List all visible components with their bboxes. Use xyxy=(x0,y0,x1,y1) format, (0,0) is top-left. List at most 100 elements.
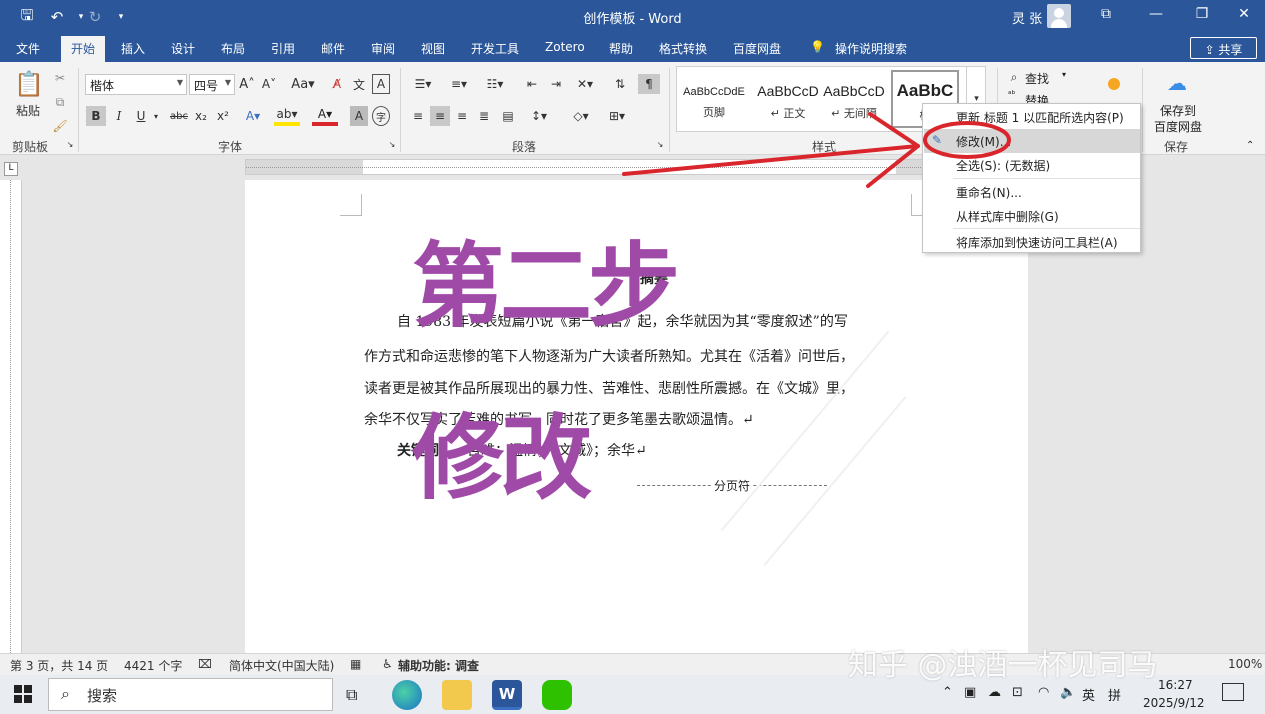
cloud-icon[interactable]: ☁ xyxy=(988,685,1001,700)
align-right-icon[interactable]: ≡ xyxy=(452,106,472,126)
file-explorer-icon[interactable] xyxy=(442,680,472,710)
tell-me-search[interactable]: 操作说明搜索 xyxy=(835,40,907,57)
tab-help[interactable]: 帮助 xyxy=(609,40,633,57)
bold-icon[interactable]: B xyxy=(86,106,106,126)
ribbon-display-icon[interactable]: ⧉ xyxy=(1092,6,1120,22)
multilevel-list-icon[interactable]: ☷▾ xyxy=(480,74,510,94)
save-baidu-label-1[interactable]: 保存到 xyxy=(1160,102,1196,119)
superscript-icon[interactable]: x² xyxy=(214,106,232,126)
security-icon[interactable]: ⊡ xyxy=(1012,685,1023,700)
proofing-icon[interactable]: ⌧ xyxy=(198,657,212,671)
edge-icon[interactable] xyxy=(392,680,422,710)
clock-date[interactable]: 2025/9/12 xyxy=(1143,696,1205,710)
decrease-indent-icon[interactable]: ⇤ xyxy=(522,74,542,94)
chinese-layout-icon[interactable]: ✕▾ xyxy=(572,74,598,94)
font-name-select[interactable]: 楷体 ▼ xyxy=(85,74,187,95)
tab-developer[interactable]: 开发工具 xyxy=(471,40,519,57)
align-left-icon[interactable]: ≡ xyxy=(408,106,428,126)
copy-icon[interactable]: ⧉ xyxy=(50,92,70,112)
tray-expand-icon[interactable]: ⌃ xyxy=(942,685,953,700)
increase-indent-icon[interactable]: ⇥ xyxy=(546,74,566,94)
format-painter-icon[interactable]: 🖌 xyxy=(50,116,70,136)
tab-review[interactable]: 审阅 xyxy=(371,40,395,57)
find-button[interactable]: 查找 xyxy=(1025,70,1049,87)
vertical-ruler[interactable] xyxy=(0,180,22,653)
tab-view[interactable]: 视图 xyxy=(421,40,445,57)
font-color-icon[interactable]: A▾ xyxy=(312,106,338,126)
accessibility-status[interactable]: 辅助功能: 调查 xyxy=(398,657,479,674)
dialog-launcher-icon[interactable]: ↘ xyxy=(64,138,76,150)
replace-icon[interactable]: ᵃᵇ xyxy=(1008,90,1015,100)
menu-item-rename[interactable]: 重命名(N)... xyxy=(924,180,1140,204)
zoom-level[interactable]: 100% xyxy=(1228,657,1262,671)
tab-mailings[interactable]: 邮件 xyxy=(321,40,345,57)
ime-indicator[interactable]: 英 xyxy=(1082,685,1095,704)
tab-file[interactable]: 文件 xyxy=(16,40,40,57)
menu-item-remove-from-gallery[interactable]: 从样式库中删除(G) xyxy=(924,204,1140,228)
tab-insert[interactable]: 插入 xyxy=(121,40,145,57)
subscript-icon[interactable]: x₂ xyxy=(192,106,210,126)
save-baidu-label-2[interactable]: 百度网盘 xyxy=(1154,118,1202,135)
enclose-char-icon[interactable]: 字 xyxy=(372,106,390,126)
dialog-launcher-icon[interactable]: ↘ xyxy=(386,138,398,150)
ime-mode-icon[interactable]: 拼 xyxy=(1108,685,1121,704)
windows-start-icon[interactable] xyxy=(14,685,32,703)
show-marks-icon[interactable]: ¶ xyxy=(638,74,660,94)
notification-center-icon[interactable] xyxy=(1222,683,1244,701)
volume-icon[interactable]: 🔈 xyxy=(1060,685,1076,700)
minimize-icon[interactable]: — xyxy=(1142,6,1170,22)
align-center-icon[interactable]: ≡ xyxy=(430,106,450,126)
phonetic-guide-icon[interactable]: 文 xyxy=(350,74,368,94)
font-size-select[interactable]: 四号 ▼ xyxy=(189,74,235,95)
accessibility-icon[interactable]: ♿ xyxy=(382,657,393,671)
distributed-icon[interactable]: ▤ xyxy=(498,106,518,126)
menu-item-add-gallery-to-qat[interactable]: 将库添加到快速访问工具栏(A) xyxy=(924,230,1140,254)
tab-home[interactable]: 开始 xyxy=(61,36,106,62)
chevron-down-icon[interactable]: ▾ xyxy=(150,106,162,126)
highlight-icon[interactable]: ab▾ xyxy=(274,106,300,126)
numbering-icon[interactable]: ≡▾ xyxy=(444,74,474,94)
wechat-icon[interactable] xyxy=(542,680,572,710)
taskbar-search[interactable]: ⌕ 搜索 xyxy=(48,678,333,711)
underline-icon[interactable]: U xyxy=(132,106,150,126)
task-view-icon[interactable]: ⧉ xyxy=(346,685,357,705)
search-icon[interactable]: ⌕ xyxy=(1006,68,1022,86)
paste-icon[interactable]: 📋 xyxy=(14,68,44,100)
italic-icon[interactable]: I xyxy=(110,106,128,126)
share-button[interactable]: ⇪ 共享 xyxy=(1190,37,1257,59)
tab-baidu-netdisk[interactable]: 百度网盘 xyxy=(733,40,781,57)
page-count[interactable]: 第 3 页，共 14 页 xyxy=(10,657,108,674)
change-case-icon[interactable]: Aa▾ xyxy=(288,74,318,94)
text-effects-icon[interactable]: A▾ xyxy=(240,106,266,126)
shading-icon[interactable]: ◇▾ xyxy=(566,106,596,126)
close-icon[interactable]: ✕ xyxy=(1230,6,1258,22)
cut-icon[interactable]: ✂ xyxy=(50,68,70,88)
bullets-icon[interactable]: ☰▾ xyxy=(408,74,438,94)
chevron-down-icon[interactable]: ▾ xyxy=(1062,70,1066,79)
clear-format-icon[interactable]: A̸ xyxy=(328,74,346,94)
tab-zotero[interactable]: Zotero xyxy=(545,40,585,54)
tab-references[interactable]: 引用 xyxy=(271,40,295,57)
word-icon[interactable]: W xyxy=(492,680,522,710)
avatar[interactable] xyxy=(1047,4,1071,28)
tray-app-icon[interactable]: ▣ xyxy=(964,685,976,700)
word-count[interactable]: 4421 个字 xyxy=(124,657,182,674)
line-spacing-icon[interactable]: ↕▾ xyxy=(524,106,554,126)
tab-format-convert[interactable]: 格式转换 xyxy=(659,40,707,57)
tab-layout[interactable]: 布局 xyxy=(221,40,245,57)
tab-selector-icon[interactable]: L xyxy=(4,162,18,176)
shrink-font-icon[interactable]: A˅ xyxy=(260,74,278,94)
collapse-ribbon-icon[interactable]: ⌃ xyxy=(1246,140,1254,151)
maximize-icon[interactable]: ❐ xyxy=(1188,6,1216,22)
tab-design[interactable]: 设计 xyxy=(171,40,195,57)
baidu-netdisk-icon[interactable]: ☁ xyxy=(1162,70,1192,96)
paste-button[interactable]: 粘贴 xyxy=(10,102,46,118)
sort-icon[interactable]: ⇅ xyxy=(610,74,630,94)
user-name[interactable]: 灵 张 xyxy=(1012,8,1042,27)
clock-time[interactable]: 16:27 xyxy=(1158,678,1193,692)
strikethrough-icon[interactable]: abc xyxy=(168,106,190,126)
grow-font-icon[interactable]: A˄ xyxy=(238,74,256,94)
macro-icon[interactable]: ▦ xyxy=(350,657,361,671)
language[interactable]: 简体中文(中国大陆) xyxy=(229,657,334,674)
justify-icon[interactable]: ≣ xyxy=(474,106,494,126)
